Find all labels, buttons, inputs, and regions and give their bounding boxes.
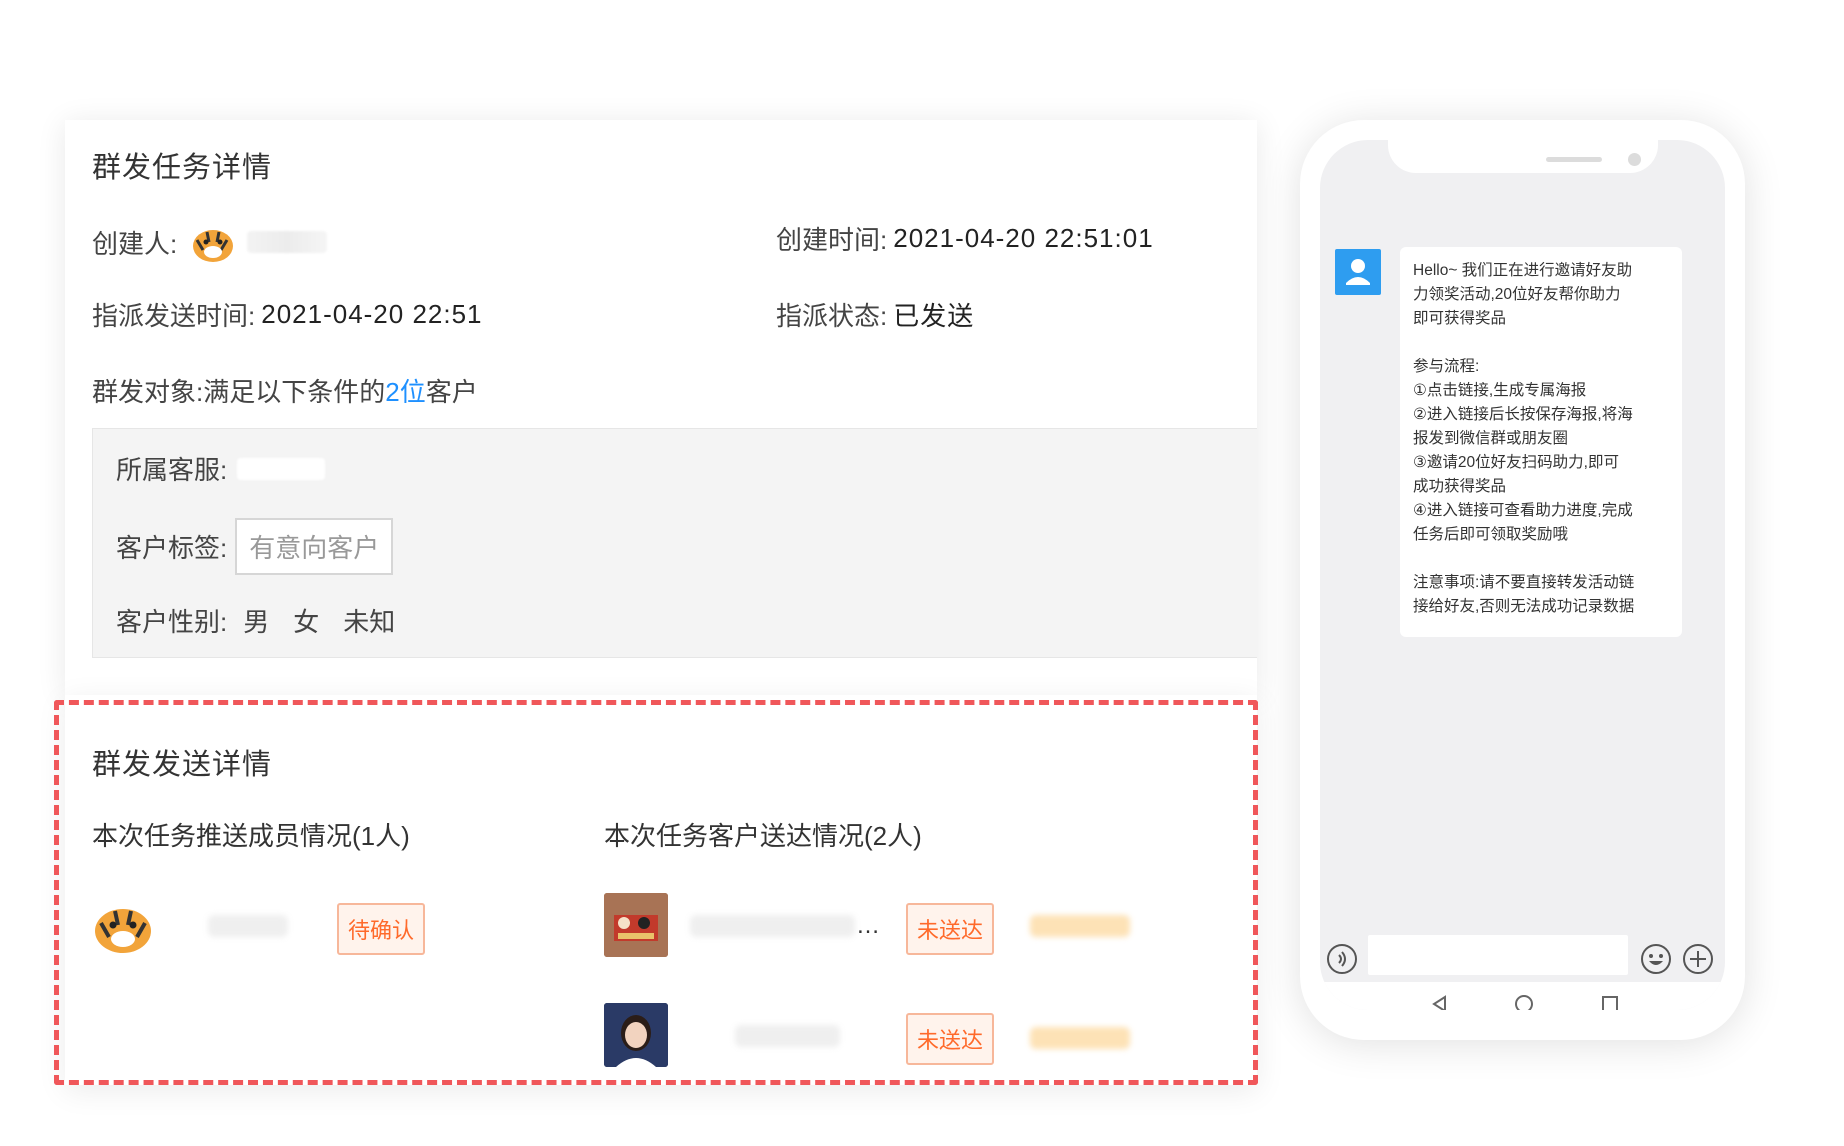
member-status-badge: 待确认 — [337, 903, 426, 955]
recent-apps-icon[interactable] — [1600, 994, 1620, 1010]
gender-label: 客户性别: — [116, 607, 228, 637]
assign-time-row: 指派发送时间: 2021-04-20 22:51 — [92, 296, 483, 333]
create-time-label: 创建时间: — [776, 225, 888, 255]
task-detail-title: 群发任务详情 — [92, 152, 273, 184]
customer-extra-blurred-2 — [1030, 1027, 1130, 1049]
sender-avatar-icon — [1335, 249, 1381, 295]
gender-unknown: 未知 — [343, 607, 396, 637]
back-icon[interactable] — [1430, 994, 1450, 1010]
customer-name-ellipsis: … — [856, 912, 880, 939]
tag-chip: 有意向客户 — [235, 518, 394, 575]
member-avatar — [91, 893, 155, 957]
target-prefix: 群发对象:满足以下条件的 — [92, 377, 386, 407]
customer-status-badge-2: 未送达 — [906, 1013, 995, 1065]
voice-icon[interactable] — [1326, 943, 1358, 980]
create-time-value: 2021-04-20 22:51:01 — [893, 223, 1154, 253]
front-camera — [1628, 153, 1641, 166]
assign-status-label: 指派状态: — [776, 301, 888, 331]
service-label: 所属客服: — [116, 455, 228, 485]
customer-avatar-2 — [604, 1003, 668, 1067]
phone-notch — [1388, 140, 1658, 173]
message-bubble: Hello~ 我们正在进行邀请好友助 力领奖活动,20位好友帮你助力 即可获得奖… — [1400, 247, 1682, 637]
customer-extra-blurred-1 — [1030, 915, 1130, 937]
customer-name-blurred-2 — [735, 1025, 840, 1047]
create-time-row: 创建时间: 2021-04-20 22:51:01 — [776, 220, 1154, 257]
home-icon[interactable] — [1514, 994, 1534, 1010]
target-row: 群发对象:满足以下条件的 2位 客户 — [92, 372, 478, 409]
customer-avatar-1 — [604, 893, 668, 957]
target-suffix: 客户 — [425, 377, 478, 407]
members-heading: 本次任务推送成员情况(1人) — [92, 821, 410, 851]
assign-status-row: 指派状态: 已发送 — [776, 296, 974, 333]
send-detail-title: 群发发送详情 — [92, 749, 273, 781]
creator-label: 创建人: — [92, 228, 178, 259]
gender-male: 男 — [243, 607, 270, 637]
android-nav-bar — [1320, 982, 1725, 1010]
emoji-icon[interactable] — [1640, 943, 1672, 980]
service-value-blurred — [237, 457, 326, 480]
tag-row: 客户标签: 有意向客户 — [116, 518, 394, 575]
plus-icon[interactable] — [1682, 943, 1714, 980]
gender-row: 客户性别: 男 女 未知 — [116, 602, 419, 639]
assign-time-value: 2021-04-20 22:51 — [261, 299, 483, 329]
phone-mockup: Hello~ 我们正在进行邀请好友助 力领奖活动,20位好友帮你助力 即可获得奖… — [1300, 120, 1745, 1040]
service-row: 所属客服: — [116, 450, 326, 487]
chat-text-input[interactable] — [1368, 935, 1628, 975]
phone-screen: Hello~ 我们正在进行邀请好友助 力领奖活动,20位好友帮你助力 即可获得奖… — [1320, 140, 1725, 1010]
creator-avatar — [189, 220, 238, 264]
creator-name-blurred — [247, 231, 328, 253]
customer-name-blurred-1 — [690, 915, 855, 937]
customers-heading: 本次任务客户送达情况(2人) — [604, 821, 922, 851]
member-name-blurred — [208, 915, 288, 937]
message-text: Hello~ 我们正在进行邀请好友助 力领奖活动,20位好友帮你助力 即可获得奖… — [1413, 262, 1635, 615]
speaker-grille — [1546, 157, 1602, 162]
target-count-link[interactable]: 2位 — [385, 372, 425, 409]
gender-female: 女 — [293, 607, 320, 637]
assign-status-value: 已发送 — [893, 301, 975, 331]
tag-label: 客户标签: — [116, 533, 228, 563]
assign-time-label: 指派发送时间: — [92, 301, 256, 331]
customer-status-badge-1: 未送达 — [906, 903, 995, 955]
creator-row: 创建人: — [92, 220, 328, 264]
